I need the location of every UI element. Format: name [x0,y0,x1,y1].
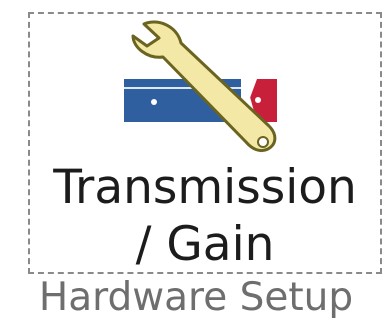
ribbon-group-hardware-setup: Transmission / Gain Hardware Setup [0,0,392,327]
button-label: Transmission / Gain [30,159,380,273]
group-label: Hardware Setup [38,275,354,320]
button-label-line1: Transmission [53,160,357,215]
wrench-icon [117,16,297,156]
button-label-line2: / Gain [135,217,275,272]
transmission-gain-button[interactable]: Transmission / Gain [28,12,382,274]
